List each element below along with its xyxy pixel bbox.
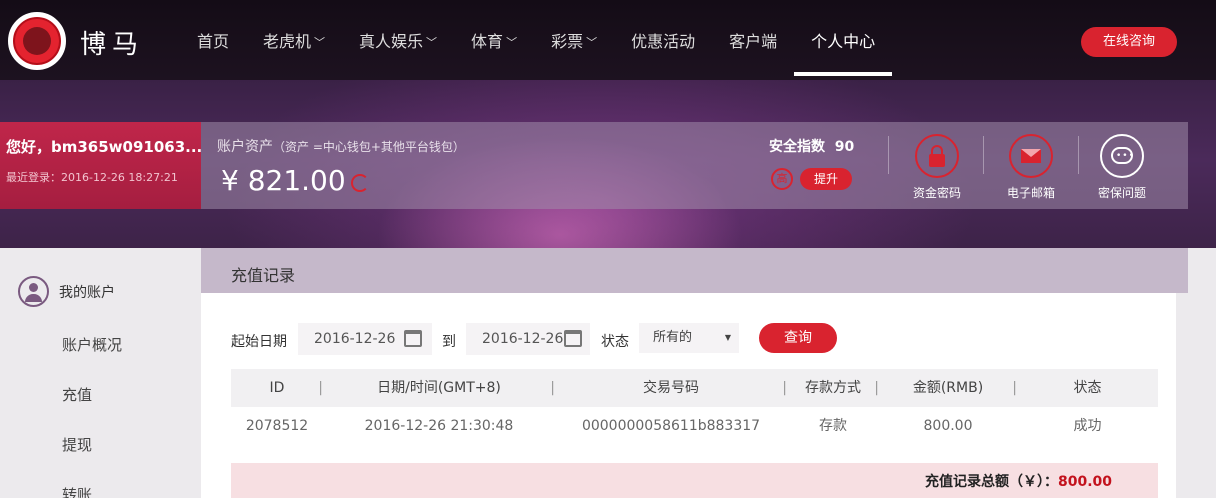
nav-label: 真人娱乐: [359, 32, 424, 51]
status-select-value: 所有的: [653, 330, 693, 345]
safety-score: 90: [834, 139, 855, 155]
deposit-records-table: ID 日期/时间(GMT+8) 交易号码 存款方式 金额(RMB) 状态 207…: [231, 369, 1158, 445]
nav-item-home[interactable]: 首页: [180, 0, 246, 80]
asset-panel: 账户资产（资产 =中心钱包+其他平台钱包） ¥ 821.00 安全指数 90 高…: [201, 122, 1188, 209]
column-header: 日期/时间(GMT+8): [323, 369, 555, 407]
upgrade-button[interactable]: 提升: [800, 168, 852, 190]
top-header: 博马 首页 老虎机 ﹀ 真人娱乐 ﹀ 体育 ﹀ 彩票 ﹀ 优惠活动 客户端 个人中心 在…: [0, 0, 1216, 80]
calendar-icon[interactable]: [404, 330, 422, 347]
online-consult-button[interactable]: 在线咨询: [1081, 27, 1177, 57]
logo-icon[interactable]: [8, 12, 66, 70]
nav-item-slots[interactable]: 老虎机 ﹀: [246, 0, 342, 80]
divider: [1078, 136, 1079, 174]
email-label: 电子邮箱: [1006, 186, 1055, 200]
nav-item-lottery[interactable]: 彩票 ﹀: [534, 0, 614, 80]
asset-note: （资产 =中心钱包+其他平台钱包）: [273, 140, 465, 154]
divider: [983, 136, 984, 174]
nav-label: 彩票: [551, 32, 584, 51]
column-header: 交易号码: [555, 369, 787, 407]
table-cell: 2016-12-26 21:30:48: [364, 418, 514, 434]
table-cell: 800.00: [923, 418, 973, 434]
page-title: 充值记录: [231, 266, 296, 285]
safety-label: 安全指数: [769, 139, 825, 155]
table-cell: 成功: [1073, 418, 1102, 434]
sidebar-item-deposit[interactable]: 充值: [62, 384, 92, 405]
total-label: 充值记录总额（￥）：: [924, 474, 1058, 490]
caret-down-icon: ▼: [724, 333, 731, 342]
sidebar-item-transfer[interactable]: 转账: [62, 484, 92, 498]
sidebar-section-label: 我的账户: [59, 284, 115, 301]
security-question-item[interactable]: ••• 密保问题: [1082, 134, 1162, 201]
chevron-down-icon: ﹀: [506, 36, 518, 49]
nav-item-promotions[interactable]: 优惠活动: [614, 0, 712, 80]
nav-label: 老虎机: [263, 32, 312, 51]
to-label: 到: [442, 334, 456, 350]
divider: [888, 136, 889, 174]
chat-icon: •••: [1100, 134, 1144, 178]
start-date-value: 2016-12-26: [314, 331, 396, 347]
email-item[interactable]: 电子邮箱: [991, 134, 1071, 201]
asset-label-text: 账户资产: [217, 139, 273, 155]
safety-level-badge: 高: [771, 168, 793, 190]
start-date-input[interactable]: 2016-12-26: [298, 323, 432, 355]
status-label: 状态: [601, 334, 629, 350]
chevron-down-icon: ﹀: [314, 36, 326, 49]
brand-name[interactable]: 博马: [80, 24, 144, 61]
nav-item-live-casino[interactable]: 真人娱乐 ﹀: [342, 0, 454, 80]
nav-label: 体育: [471, 32, 504, 51]
user-icon: [18, 276, 49, 307]
sidebar-section-my-account[interactable]: 我的账户: [18, 276, 115, 307]
status-select[interactable]: 所有的 ▼: [639, 323, 739, 353]
column-header: ID: [231, 369, 323, 407]
nav-label: 优惠活动: [631, 32, 696, 51]
sidebar-item-overview[interactable]: 账户概况: [62, 334, 122, 355]
asset-amount: ¥ 821.00: [221, 164, 346, 197]
table-row: 2078512 2016-12-26 21:30:48 000000005861…: [231, 407, 1158, 445]
total-amount: 800.00: [1057, 474, 1112, 490]
end-date-input[interactable]: 2016-12-26: [466, 323, 590, 355]
main-nav: 首页 老虎机 ﹀ 真人娱乐 ﹀ 体育 ﹀ 彩票 ﹀ 优惠活动 客户端 个人中心: [180, 0, 893, 80]
lock-icon: [915, 134, 959, 178]
sidebar-item-withdraw[interactable]: 提现: [62, 434, 92, 455]
greeting-panel: 您好，bm365w091063... 最近登录：2016-12-26 18:27…: [0, 122, 203, 209]
column-header: 金额(RMB): [879, 369, 1017, 407]
mail-icon: [1009, 134, 1053, 178]
column-header: 存款方式: [787, 369, 879, 407]
table-header: ID 日期/时间(GMT+8) 交易号码 存款方式 金额(RMB) 状态: [231, 369, 1158, 407]
fund-password-label: 资金密码: [912, 186, 961, 200]
security-question-label: 密保问题: [1097, 186, 1146, 200]
safety-index: 安全指数 90: [769, 136, 854, 156]
start-date-label: 起始日期: [231, 334, 287, 350]
sidebar: 我的账户 账户概况 充值 提现 转账: [0, 248, 201, 498]
query-button[interactable]: 查询: [759, 323, 837, 353]
table-cell: 0000000058611b883317: [581, 418, 761, 434]
greeting-text: 您好，bm365w091063...: [6, 138, 203, 156]
last-login-text: 最近登录：2016-12-26 18:27:21: [6, 171, 178, 184]
column-header: 状态: [1073, 380, 1102, 396]
nav-label: 客户端: [729, 32, 778, 51]
refresh-icon[interactable]: [351, 174, 369, 192]
nav-label: 个人中心: [811, 32, 876, 51]
table-cell: 2078512: [245, 418, 309, 434]
nav-item-sports[interactable]: 体育 ﹀: [454, 0, 534, 80]
calendar-icon[interactable]: [564, 330, 582, 347]
fund-password-item[interactable]: 资金密码: [897, 134, 977, 201]
total-summary: 充值记录总额（￥）：800.00: [231, 463, 1158, 498]
main-content: 起始日期 2016-12-26 到 2016-12-26 状态 所有的 ▼ 查询…: [201, 293, 1176, 498]
nav-label: 首页: [197, 32, 230, 51]
nav-item-personal-center[interactable]: 个人中心: [794, 0, 893, 80]
table-cell: 存款: [819, 418, 847, 434]
section-header: 充值记录: [201, 248, 1188, 293]
end-date-value: 2016-12-26: [482, 331, 564, 347]
asset-label: 账户资产（资产 =中心钱包+其他平台钱包）: [217, 136, 465, 156]
nav-item-client[interactable]: 客户端: [712, 0, 794, 80]
chevron-down-icon: ﹀: [586, 36, 598, 49]
chevron-down-icon: ﹀: [426, 36, 438, 49]
